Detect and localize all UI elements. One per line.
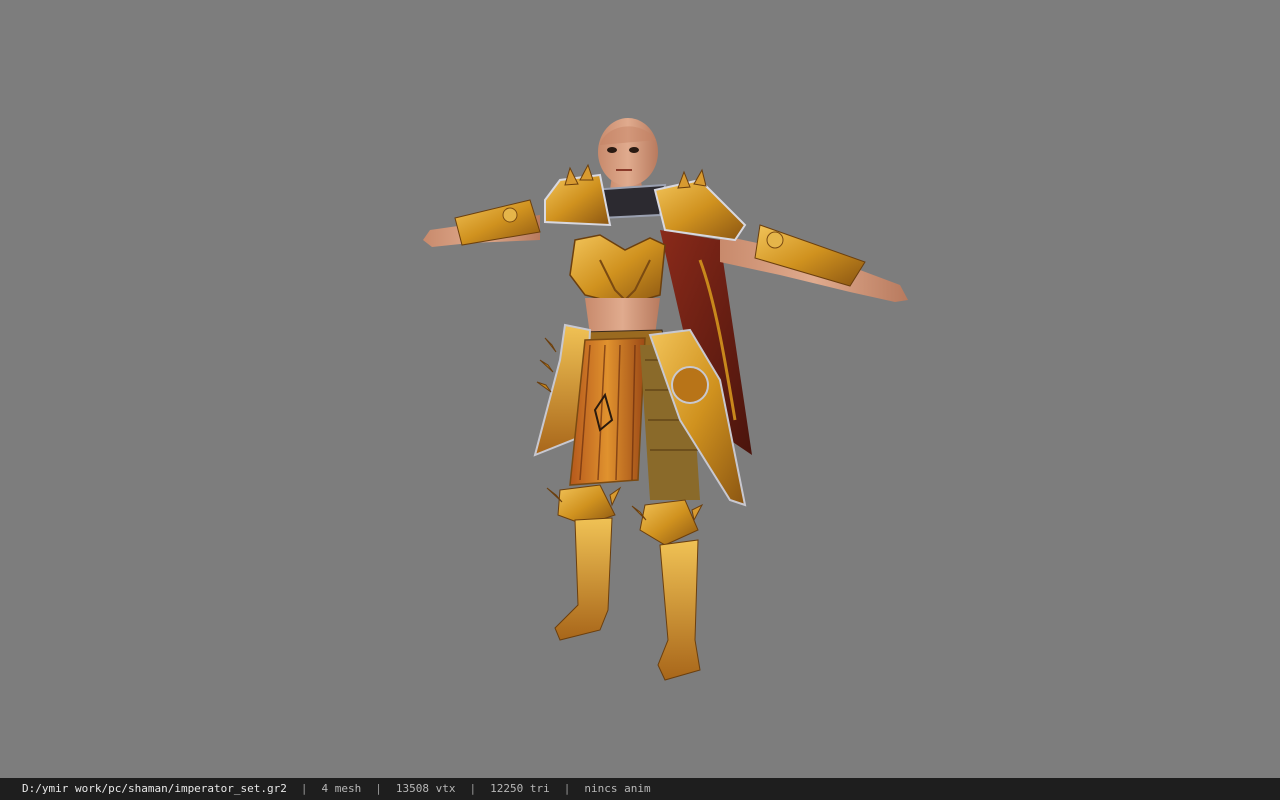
3d-viewport[interactable] [0, 0, 1280, 778]
breastplate [569, 234, 666, 306]
status-bar: D:/ymir work/pc/shaman/imperator_set.gr2… [0, 778, 1280, 800]
right-knee-guard [639, 499, 699, 546]
animation-status-label: nincs anim [584, 782, 651, 795]
vertex-count-label: 13508 vtx [395, 782, 456, 795]
mesh-count-label: 4 mesh [321, 782, 362, 795]
right-pauldron [653, 178, 747, 242]
triangle-count-label: 12250 tri [490, 782, 550, 795]
midriff [585, 298, 660, 335]
separator: | [563, 782, 571, 795]
separator: | [469, 782, 477, 795]
file-path-label: D:/ymir work/pc/shaman/imperator_set.gr2 [22, 782, 287, 795]
left-boot [554, 517, 613, 641]
character-model[interactable] [0, 0, 1280, 778]
separator: | [300, 782, 308, 795]
right-boot [657, 539, 701, 681]
separator: | [375, 782, 382, 795]
